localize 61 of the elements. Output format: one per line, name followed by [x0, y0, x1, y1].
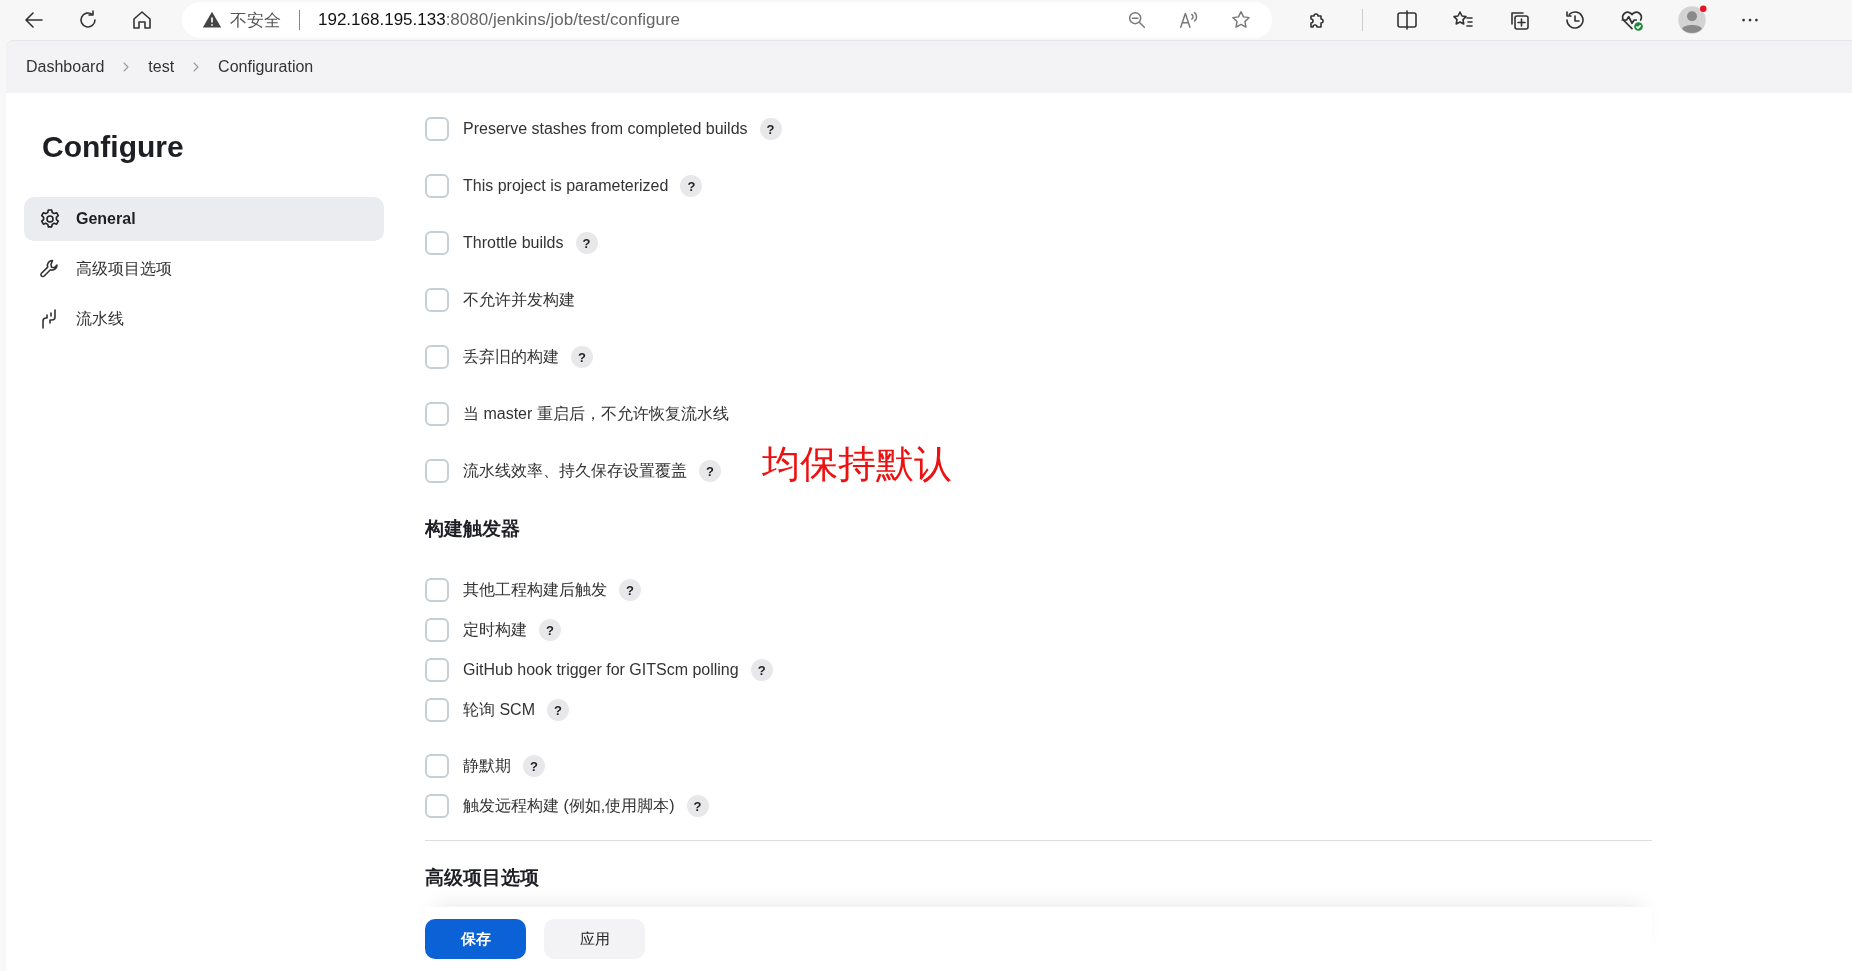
- security-label: 不安全: [230, 9, 281, 32]
- option-label: 定时构建: [463, 619, 527, 640]
- breadcrumb-link[interactable]: Configuration: [218, 58, 314, 76]
- help-button[interactable]: ?: [699, 460, 721, 482]
- sidebar-item[interactable]: 流水线: [24, 297, 384, 341]
- option-label: 轮询 SCM: [463, 699, 535, 720]
- option-label: GitHub hook trigger for GITScm polling: [463, 661, 739, 679]
- option-label: 丢弃旧的构建: [463, 346, 559, 367]
- history-icon[interactable]: [1563, 8, 1587, 32]
- sidebar-item[interactable]: General: [24, 197, 384, 241]
- save-button[interactable]: 保存: [425, 919, 526, 959]
- avatar-icon[interactable]: [1677, 5, 1707, 35]
- apply-button[interactable]: 应用: [544, 919, 645, 959]
- checkbox[interactable]: [425, 117, 449, 141]
- option-label: 触发远程构建 (例如,使用脚本): [463, 795, 675, 816]
- help-button[interactable]: ?: [523, 755, 545, 777]
- read-aloud-icon[interactable]: [1178, 9, 1200, 31]
- help-button[interactable]: ?: [680, 175, 703, 197]
- option-label: 其他工程构建后触发: [463, 579, 607, 600]
- warning-icon: [202, 10, 222, 30]
- checkbox[interactable]: [425, 754, 449, 778]
- help-button[interactable]: ?: [750, 659, 773, 681]
- option-label: 不允许并发构建: [463, 289, 575, 310]
- option-label: 流水线效率、持久保存设置覆盖: [463, 460, 687, 481]
- home-icon[interactable]: [130, 8, 154, 32]
- checkbox[interactable]: [425, 698, 449, 722]
- help-button[interactable]: ?: [571, 346, 593, 368]
- checkbox[interactable]: [425, 618, 449, 642]
- section-heading: 构建触发器: [425, 517, 521, 541]
- checkbox[interactable]: [425, 658, 449, 682]
- page-title: Configure: [42, 129, 185, 165]
- help-button[interactable]: ?: [686, 795, 709, 817]
- option-label: Preserve stashes from completed builds: [463, 120, 748, 138]
- checkbox[interactable]: [425, 231, 449, 255]
- help-button[interactable]: ?: [619, 579, 641, 601]
- option-label: 当 master 重启后，不允许恢复流水线: [463, 403, 729, 424]
- option-label: 静默期: [463, 755, 511, 776]
- checkbox[interactable]: [425, 288, 449, 312]
- help-button[interactable]: ?: [539, 619, 561, 641]
- zoom-out-icon[interactable]: [1126, 9, 1148, 31]
- help-button[interactable]: ?: [547, 699, 569, 721]
- breadcrumb-link[interactable]: Dashboard: [26, 58, 105, 76]
- checkbox[interactable]: [425, 578, 449, 602]
- help-button[interactable]: ?: [759, 118, 782, 140]
- section-heading: 高级项目选项: [425, 866, 540, 890]
- star-icon[interactable]: [1230, 9, 1252, 31]
- help-button[interactable]: ?: [575, 232, 598, 254]
- split-screen-icon[interactable]: [1395, 8, 1419, 32]
- sidebar-item[interactable]: 高级项目选项: [24, 247, 384, 291]
- checkbox[interactable]: [425, 459, 449, 483]
- url-text: 192.168.195.133:8080/jenkins/job/test/configure: [318, 10, 680, 30]
- gear-icon: [38, 207, 62, 231]
- address-bar[interactable]: 不安全 192.168.195.133:8080/jenkins/job/test/configure: [182, 2, 1272, 38]
- option-label: This project is parameterized: [463, 177, 669, 195]
- annotation-text: 均保持默认: [762, 441, 952, 488]
- checkbox[interactable]: [425, 402, 449, 426]
- checkbox[interactable]: [425, 345, 449, 369]
- checkbox[interactable]: [425, 794, 449, 818]
- checkbox[interactable]: [425, 174, 449, 198]
- breadcrumb-link[interactable]: test: [148, 58, 175, 76]
- option-label: Throttle builds: [463, 234, 564, 252]
